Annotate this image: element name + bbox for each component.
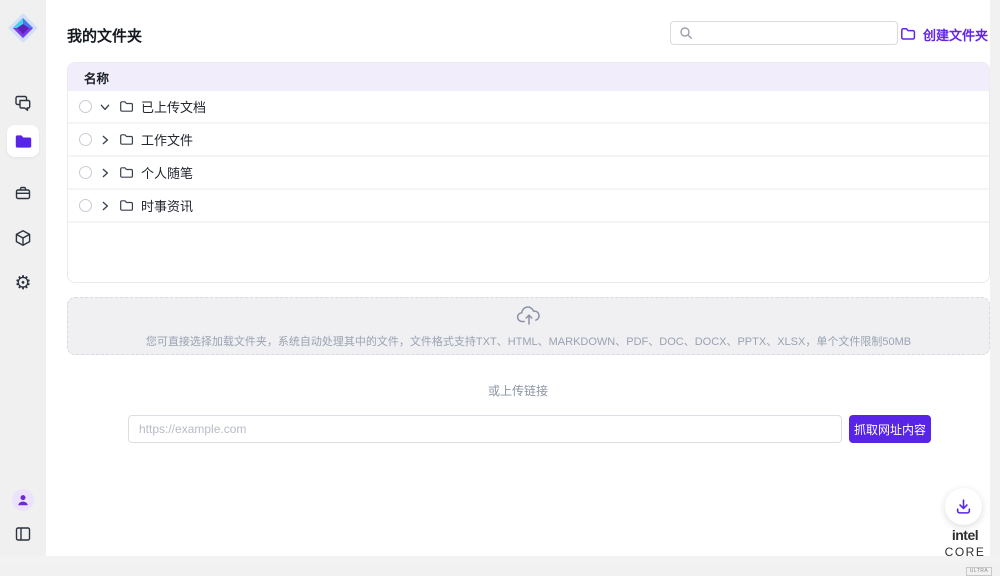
app-logo-icon (7, 12, 39, 44)
folder-name: 个人随笔 (141, 163, 193, 182)
sidebar: ⚙ (0, 0, 46, 556)
create-folder-label: 创建文件夹 (923, 25, 988, 44)
settings-icon: ⚙ (14, 274, 31, 293)
window-right-edge (990, 0, 1000, 556)
upload-hint: 您可直接选择加载文件夹，系统自动处理其中的文件，文件格式支持TXT、HTML、M… (68, 333, 989, 349)
folder-name: 已上传文档 (141, 97, 206, 116)
column-header-name: 名称 (84, 68, 109, 87)
fetch-url-button[interactable]: 抓取网址内容 (849, 415, 931, 443)
folder-icon (14, 132, 33, 151)
page-title: 我的文件夹 (67, 25, 142, 46)
sidebar-item-settings[interactable]: ⚙ (7, 267, 39, 299)
chevron-down-icon[interactable] (99, 101, 111, 113)
app-window: ⚙ 我的文件夹 创 (0, 0, 1000, 556)
intel-tier-badge: ultra (966, 567, 993, 576)
or-upload-link-label: 或上传链接 (46, 382, 990, 399)
collapse-sidebar-button[interactable] (7, 518, 39, 550)
url-input[interactable] (128, 415, 842, 443)
row-checkbox[interactable] (79, 166, 92, 179)
chevron-right-icon[interactable] (99, 200, 111, 212)
chevron-right-icon[interactable] (99, 167, 111, 179)
table-row[interactable]: 时事资讯 (68, 190, 989, 223)
main-panel: 我的文件夹 创建文件夹 名称 已上传文档 (46, 0, 990, 556)
toolbox-icon (14, 184, 32, 202)
sidebar-item-toolbox[interactable] (7, 177, 39, 209)
table-row[interactable]: 工作文件 (68, 124, 989, 157)
cloud-upload-icon (516, 304, 542, 326)
folder-icon (119, 198, 134, 213)
search-input[interactable] (699, 22, 897, 44)
user-avatar-icon (16, 493, 30, 507)
folder-icon (119, 132, 134, 147)
table-body: 已上传文档 工作文件 个人随笔 时事资讯 (68, 91, 989, 223)
row-checkbox[interactable] (79, 199, 92, 212)
table-row[interactable]: 已上传文档 (68, 91, 989, 124)
chat-icon (14, 94, 32, 112)
user-avatar[interactable] (12, 489, 34, 511)
folder-name: 时事资讯 (141, 196, 193, 215)
folder-plus-icon (900, 26, 916, 42)
window-bottom-edge (0, 557, 1000, 563)
download-button[interactable] (945, 488, 982, 525)
row-checkbox[interactable] (79, 133, 92, 146)
row-checkbox[interactable] (79, 100, 92, 113)
folder-icon (119, 165, 134, 180)
folder-icon (119, 99, 134, 114)
search-box (670, 21, 898, 45)
folder-table: 名称 已上传文档 工作文件 个人随笔 (67, 62, 990, 283)
folder-name: 工作文件 (141, 130, 193, 149)
sidebar-item-chat[interactable] (7, 87, 39, 119)
chevron-right-icon[interactable] (99, 134, 111, 146)
intel-brand-label: intel (952, 527, 978, 543)
sidebar-item-folders[interactable] (7, 125, 39, 157)
search-icon (679, 26, 693, 40)
create-folder-button[interactable]: 创建文件夹 (900, 24, 988, 44)
cube-icon (14, 229, 32, 247)
download-icon (955, 498, 972, 515)
collapse-panel-icon (14, 525, 32, 543)
table-header-row: 名称 (68, 63, 989, 91)
upload-dropzone[interactable]: 您可直接选择加载文件夹，系统自动处理其中的文件，文件格式支持TXT、HTML、M… (67, 297, 990, 355)
table-row[interactable]: 个人随笔 (68, 157, 989, 190)
sidebar-item-models[interactable] (7, 222, 39, 254)
